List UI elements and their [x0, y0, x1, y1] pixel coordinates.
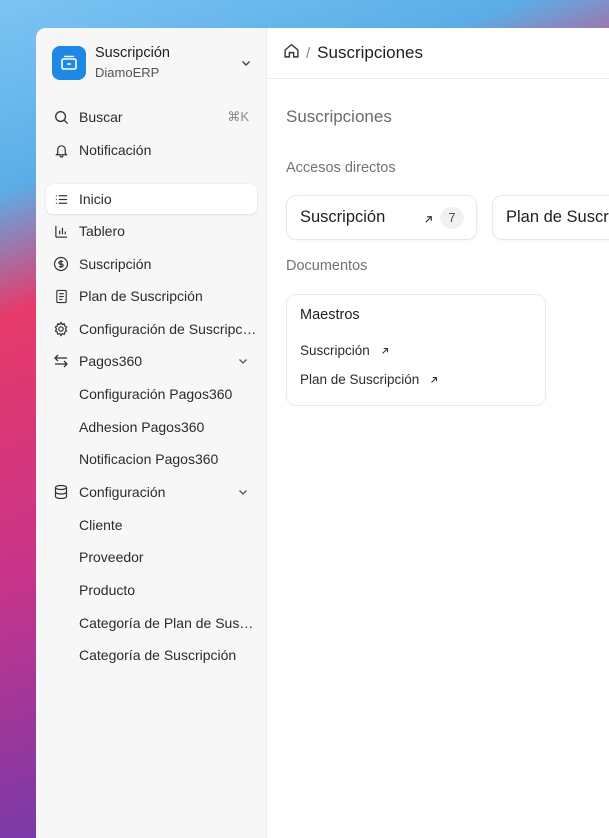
gear-icon: [53, 321, 69, 337]
search-icon: [53, 109, 69, 125]
sidebar-item-configuracion[interactable]: Configuración: [46, 477, 257, 507]
sidebar-item-configuracion-pagos360[interactable]: Configuración Pagos360: [46, 379, 257, 409]
sidebar-item-label: Producto: [79, 582, 136, 598]
sidebar-item-producto[interactable]: Producto: [46, 575, 257, 605]
arrows-exchange-icon: [53, 353, 69, 369]
app-switcher[interactable]: Suscripción DiamoERP: [52, 44, 252, 82]
shortcut-card-plan-de-suscripcion[interactable]: Plan de Suscripción: [492, 195, 609, 240]
breadcrumb: / Suscripciones: [267, 28, 609, 79]
sidebar-item-pagos360[interactable]: Pagos360: [46, 346, 257, 376]
search-shortcut: ⌘K: [227, 109, 249, 124]
arrow-up-right-icon: [423, 212, 434, 230]
bar-chart-icon: [53, 223, 69, 239]
sidebar-item-categoria-suscripcion[interactable]: Categoría de Suscripción: [46, 640, 257, 670]
dollar-circle-icon: [53, 256, 69, 272]
search-button[interactable]: Buscar ⌘K: [46, 102, 257, 132]
sidebar-item-label: Notificacion Pagos360: [79, 451, 219, 467]
document-link-label: Suscripción: [300, 343, 370, 358]
notifications-button[interactable]: Notificación: [46, 135, 257, 165]
chevron-down-icon[interactable]: [237, 485, 249, 501]
arrow-up-right-icon: [381, 347, 388, 354]
sidebar-item-label: Cliente: [79, 517, 123, 533]
chevron-down-icon[interactable]: [237, 354, 249, 370]
shortcut-card-suscripcion[interactable]: Suscripción 7: [286, 195, 477, 240]
breadcrumb-current[interactable]: Suscripciones: [317, 43, 423, 63]
document-link-suscripcion[interactable]: Suscripción: [300, 343, 390, 358]
sidebar-item-label: Tablero: [79, 223, 125, 239]
sidebar-item-label: Configuración Pagos360: [79, 386, 233, 402]
sidebar-item-label: Configuración: [79, 484, 166, 500]
page-title: Suscripciones: [286, 107, 392, 126]
document-icon: [53, 288, 69, 304]
shortcut-label: Plan de Suscripción: [506, 208, 609, 226]
notifications-label: Notificación: [79, 142, 152, 158]
sidebar-item-label: Pagos360: [79, 353, 143, 369]
sidebar-item-suscripcion[interactable]: Suscripción: [46, 249, 257, 279]
documents-section-title: Documentos: [286, 258, 368, 274]
breadcrumb-separator: /: [306, 44, 311, 62]
documents-card-title: Maestros: [300, 307, 360, 323]
database-icon: [53, 484, 69, 500]
sidebar-item-adhesion-pagos360[interactable]: Adhesion Pagos360: [46, 412, 257, 442]
app-name: Suscripción: [95, 45, 170, 61]
search-label: Buscar: [79, 109, 123, 125]
arrow-up-right-icon: [431, 376, 438, 383]
app-logo-icon: [52, 46, 86, 80]
sidebar-item-label: Categoría de Suscripción: [79, 647, 237, 663]
sidebar-item-plan-de-suscripcion[interactable]: Plan de Suscripción: [46, 281, 257, 311]
sidebar-item-tablero[interactable]: Tablero: [46, 216, 257, 246]
sidebar-item-label: Suscripción: [79, 256, 152, 272]
documents-card: Maestros Suscripción Plan de Suscripción: [286, 294, 546, 406]
main-content: / Suscripciones Suscripciones Accesos di…: [267, 28, 609, 838]
document-link-label: Plan de Suscripción: [300, 372, 420, 387]
sidebar-item-label: Adhesion Pagos360: [79, 419, 205, 435]
sidebar-item-categoria-plan[interactable]: Categoría de Plan de Suscripción: [46, 608, 257, 638]
sidebar-item-proveedor[interactable]: Proveedor: [46, 542, 257, 572]
sidebar-item-label: Inicio: [79, 191, 112, 207]
shortcuts-section-title: Accesos directos: [286, 160, 396, 176]
chevron-down-icon[interactable]: [240, 56, 252, 74]
list-icon: [53, 191, 69, 207]
sidebar-item-inicio[interactable]: Inicio: [46, 184, 257, 214]
sidebar-item-notificacion-pagos360[interactable]: Notificacion Pagos360: [46, 444, 257, 474]
company-name: DiamoERP: [95, 65, 160, 80]
sidebar-item-label: Proveedor: [79, 549, 144, 565]
home-icon[interactable]: [283, 42, 300, 64]
shortcut-label: Suscripción: [300, 208, 386, 226]
sidebar-item-cliente[interactable]: Cliente: [46, 510, 257, 540]
sidebar: Suscripción DiamoERP Buscar ⌘K Notificac…: [36, 28, 267, 838]
app-window: Suscripción DiamoERP Buscar ⌘K Notificac…: [36, 28, 609, 838]
shortcut-count-badge: 7: [440, 207, 464, 229]
sidebar-item-configuracion-de-suscripcion[interactable]: Configuración de Suscripción: [46, 314, 257, 344]
bell-icon: [53, 142, 69, 158]
sidebar-item-label: Categoría de Plan de Suscripción: [79, 615, 257, 631]
sidebar-item-label: Plan de Suscripción: [79, 288, 203, 304]
document-link-plan-de-suscripcion[interactable]: Plan de Suscripción: [300, 372, 439, 387]
sidebar-item-label: Configuración de Suscripción: [79, 321, 257, 337]
